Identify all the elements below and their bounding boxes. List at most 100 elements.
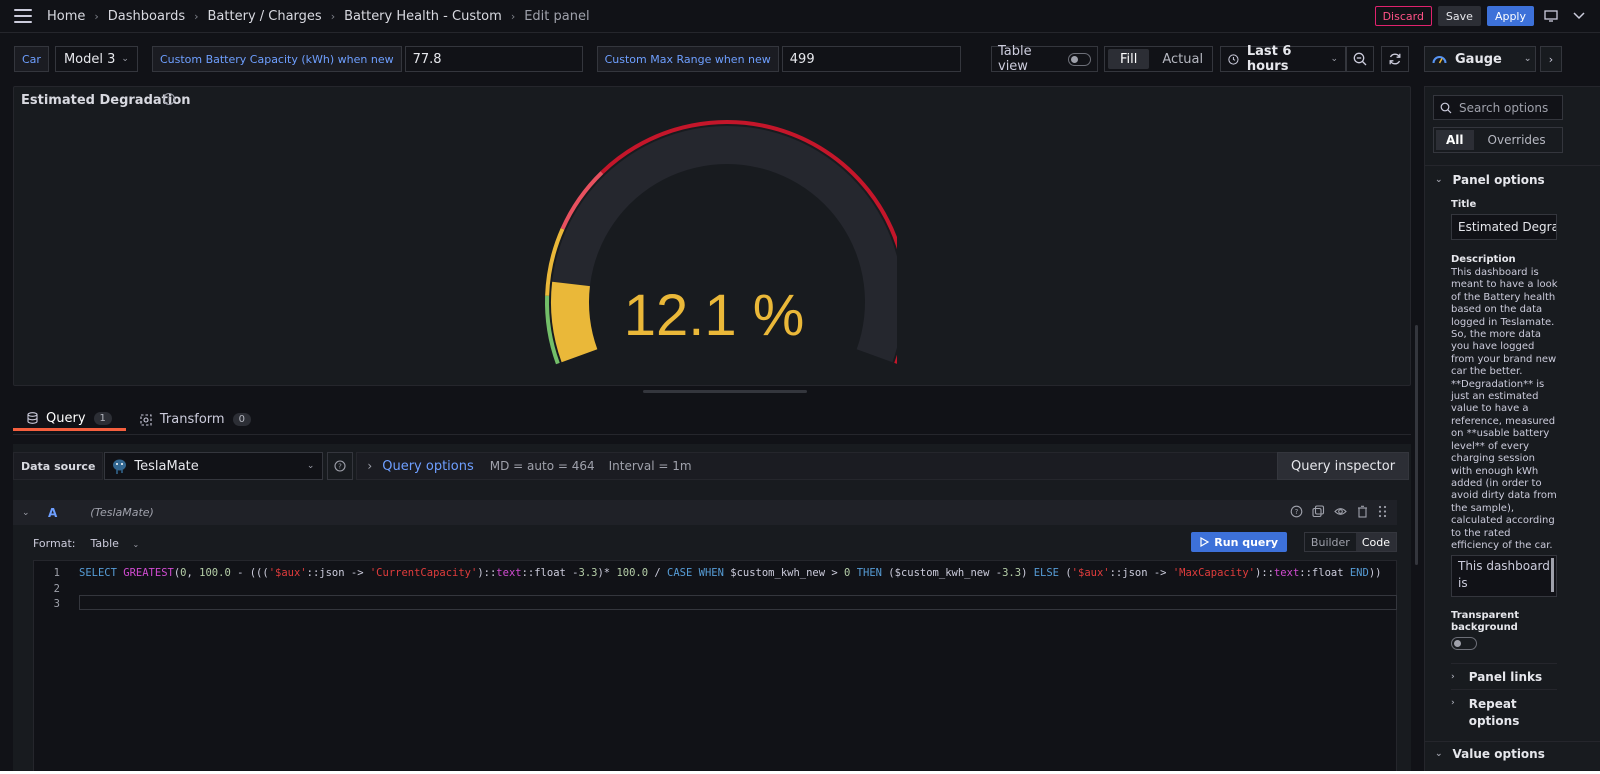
editor-scrollbar[interactable] [1415,325,1418,565]
actual-option[interactable]: Actual [1152,49,1213,69]
divider [1425,165,1600,166]
query-options-link[interactable]: Query options [382,459,474,474]
builder-code-toggle: Builder Code [1303,532,1397,552]
query-datasource-name: (TeslaMate) [90,506,154,519]
code-option[interactable]: Code [1355,533,1396,551]
divider [1425,741,1600,742]
visualization-name: Gauge [1455,51,1502,67]
breadcrumb-dashboard[interactable]: Battery Health - Custom [344,9,502,24]
panel-resize-handle[interactable] [643,390,807,393]
collapse-options-button[interactable]: › [1540,46,1562,72]
table-view-toggle[interactable]: Table view [991,44,1098,74]
car-variable-select[interactable]: Model 3 ⌄ [54,46,138,72]
query-options-bar[interactable]: › Query options MD = auto = 464 Interval… [356,452,1300,480]
chevron-down-icon[interactable] [1568,6,1590,26]
table-view-label: Table view [998,44,1032,74]
panel-links-section[interactable]: › Panel links [1451,663,1557,684]
query-inspector-button[interactable]: Query inspector [1277,452,1410,480]
options-sidebar: Search options All Overrides ⌄ Panel opt… [1424,86,1600,771]
panel-options-label: Panel options [1452,173,1545,187]
breadcrumb-folder[interactable]: Battery / Charges [208,9,322,24]
capacity-variable-input[interactable]: 77.8 [404,46,583,72]
search-options-input[interactable]: Search options [1433,95,1563,120]
chevron-down-icon: ⌄ [1435,175,1443,185]
info-icon[interactable]: i [163,93,175,105]
apply-button[interactable]: Apply [1486,6,1534,26]
chevron-right-icon: › [367,459,373,473]
repeat-options-section[interactable]: › Repeat options [1451,689,1557,730]
format-select[interactable]: Table ⌄ [90,537,139,550]
chevron-down-icon: ⌄ [132,539,140,549]
svg-text:?: ? [1295,508,1299,516]
query-row-header[interactable]: ⌄ A (TeslaMate) ? [13,500,1397,525]
help-icon[interactable]: ? [327,452,354,480]
zoom-out-button[interactable] [1346,46,1374,72]
table-view-switch[interactable] [1067,52,1091,66]
search-icon [1440,102,1452,113]
monitor-icon[interactable] [1540,6,1562,26]
format-label: Format: [33,536,76,550]
datasource-label: Data source [13,452,104,480]
search-placeholder: Search options [1459,100,1549,115]
chevron-down-icon[interactable]: ⌄ [22,508,30,518]
description-text: This dashboard is meant to have a look o… [1451,267,1558,551]
fill-actual-toggle: Fill Actual [1104,46,1213,72]
query-ref-id[interactable]: A [48,506,57,520]
max-datapoints: MD = auto = 464 [489,459,595,473]
chevron-down-icon: ⌄ [1523,54,1532,64]
breadcrumb-current: Edit panel [524,9,590,24]
query-editor-area: Data source TeslaMate ⌄ ? › Query option… [13,444,1411,771]
gauge-value: 12.1 % [623,283,805,348]
title-input[interactable]: Estimated Degradation [1451,214,1557,240]
variables-row: Car Model 3 ⌄ Custom Battery Capacity (k… [14,46,961,72]
chevron-right-icon: › [1548,52,1554,66]
tab-query-label: Query [46,410,86,426]
description-label: Description [1451,254,1516,265]
breadcrumb-home[interactable]: Home [47,9,85,24]
eye-icon[interactable] [1334,505,1347,518]
transparent-background-label: Transparent background [1451,610,1519,633]
time-range-picker[interactable]: Last 6 hours ⌄ [1220,44,1346,74]
gauge-icon [1432,56,1447,64]
top-actions: Discard Save Apply [1374,6,1590,26]
overrides-option[interactable]: Overrides [1474,133,1560,147]
builder-option[interactable]: Builder [1305,533,1356,551]
line-number: 1 [53,567,60,579]
chevron-down-icon: ⌄ [1330,54,1338,64]
repeat-options-label: Repeat options [1468,697,1520,728]
description-textarea[interactable]: This dashboard is [1451,555,1557,597]
fill-option[interactable]: Fill [1108,49,1150,69]
help-icon[interactable]: ? [1290,505,1303,518]
save-button[interactable]: Save [1437,6,1481,26]
menu-icon[interactable] [14,9,32,23]
breadcrumb-dashboards[interactable]: Dashboards [108,9,185,24]
trash-icon[interactable] [1356,505,1369,518]
tab-query[interactable]: Query 1 [13,408,126,431]
transparent-background-switch[interactable] [1451,637,1477,650]
tab-transform[interactable]: Transform 0 [126,408,265,431]
clock-icon [1228,53,1239,65]
value-options-header[interactable]: ⌄ Value options [1435,747,1545,761]
top-bar: Home › Dashboards › Battery / Charges › … [0,0,1600,33]
visualization-picker[interactable]: Gauge ⌄ [1424,46,1536,72]
panel-options-header[interactable]: ⌄ Panel options [1435,173,1545,187]
chevron-down-icon: ⌄ [1435,749,1443,759]
transform-icon [140,413,152,426]
discard-button[interactable]: Discard [1374,6,1432,26]
tab-transform-count: 0 [232,413,251,426]
range-variable-input[interactable]: 499 [781,46,961,72]
all-option[interactable]: All [1436,130,1474,150]
chevron-right-icon: › [194,10,199,23]
duplicate-icon[interactable] [1312,505,1325,518]
sql-query-text[interactable]: SELECT GREATEST(0, 100.0 - ((('$aux'::js… [79,567,1381,579]
code-line: 3 [34,596,1394,612]
run-query-button[interactable]: Run query [1191,532,1287,552]
chevron-right-icon: › [1451,672,1455,682]
gauge-panel: Estimated Degradation i 12.1 % [13,86,1411,386]
drag-handle-icon[interactable] [1378,505,1387,518]
code-line: 2 [34,581,1394,597]
all-overrides-toggle: All Overrides [1433,127,1563,153]
datasource-select[interactable]: TeslaMate ⌄ [104,452,324,480]
refresh-button[interactable] [1381,46,1409,72]
sql-code-editor[interactable]: 1 SELECT GREATEST(0, 100.0 - ((('$aux'::… [33,560,1397,771]
